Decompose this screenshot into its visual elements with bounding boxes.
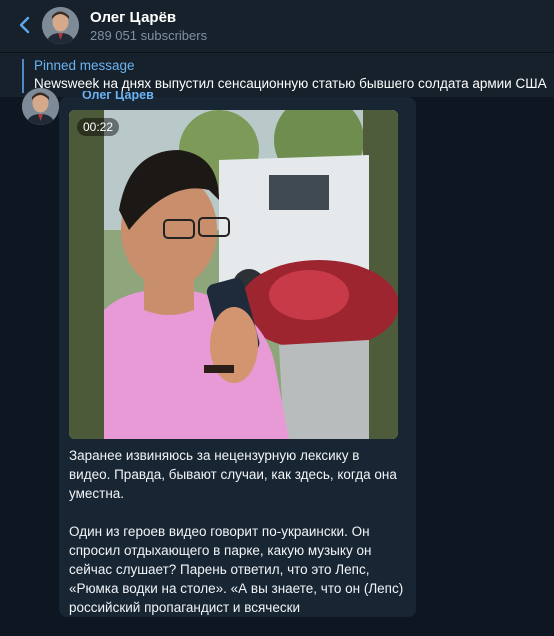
sender-avatar[interactable]	[22, 88, 59, 125]
pinned-indicator	[22, 59, 24, 93]
message-paragraph-2: Один из героев видео говорит по-украинск…	[69, 524, 404, 615]
chat-header: Олег Царёв 289 051 subscribers	[0, 0, 554, 53]
video-frame-image	[69, 110, 398, 439]
pinned-title: Pinned message	[34, 58, 135, 73]
message-text: Заранее извиняюсь за нецензурную лексику…	[69, 446, 404, 636]
channel-title[interactable]: Олег Царёв	[90, 9, 176, 26]
message-paragraph-1: Заранее извиняюсь за нецензурную лексику…	[69, 448, 397, 501]
video-duration-badge: 00:22	[77, 118, 120, 136]
channel-avatar[interactable]	[42, 7, 79, 44]
subscriber-count: 289 051 subscribers	[90, 28, 208, 43]
sender-name[interactable]: Олег Царев	[82, 91, 154, 101]
pinned-text: Newsweek на днях выпустил сенсационную с…	[34, 76, 547, 91]
back-chevron-icon[interactable]	[14, 14, 36, 36]
video-thumbnail[interactable]	[69, 110, 398, 439]
